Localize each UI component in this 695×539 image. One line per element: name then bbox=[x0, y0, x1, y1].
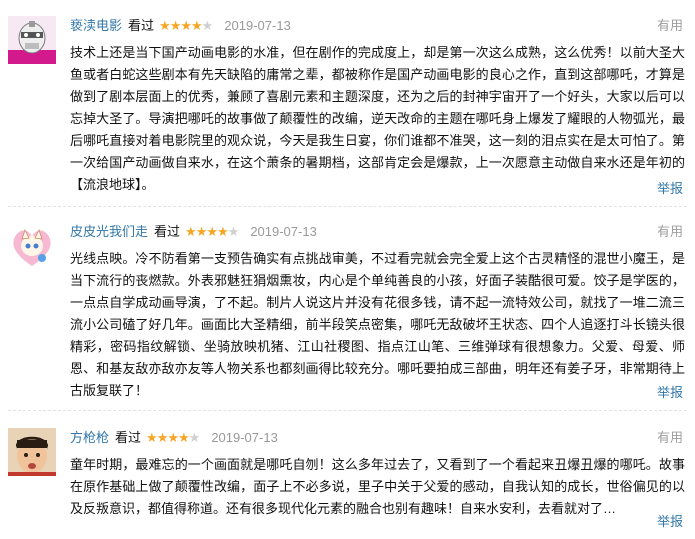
star-filled-icon: ★ bbox=[191, 18, 203, 33]
watched-label: 看过 bbox=[154, 224, 181, 239]
star-filled-icon: ★ bbox=[146, 430, 158, 445]
review-date: 2019-07-13 bbox=[224, 18, 291, 33]
review-text: 童年时期，最难忘的一个画面就是哪吒自刎！这么多年过去了，又看到了一个看起来丑爆丑… bbox=[70, 457, 685, 516]
watched-label: 看过 bbox=[128, 18, 155, 33]
star-empty-icon: ★ bbox=[188, 430, 201, 445]
review-meta: 亵渎电影 看过 ★★★★★ 2019-07-13 bbox=[70, 16, 291, 36]
star-filled-icon: ★ bbox=[195, 224, 208, 239]
review-date: 2019-07-13 bbox=[250, 224, 317, 239]
author-link[interactable]: 皮皮光我们走 bbox=[70, 224, 148, 239]
star-filled-icon: ★ bbox=[178, 430, 190, 445]
star-filled-icon: ★ bbox=[180, 18, 192, 33]
useful-button[interactable]: 有用 bbox=[657, 222, 683, 242]
anime-cat-heart-avatar-icon[interactable] bbox=[8, 222, 56, 270]
useful-button[interactable]: 有用 bbox=[657, 428, 683, 448]
report-link[interactable]: 举报 bbox=[657, 383, 683, 403]
review-meta: 皮皮光我们走 看过 ★★★★★ 2019-07-13 bbox=[70, 222, 317, 242]
robot-mask-avatar-icon[interactable] bbox=[8, 16, 56, 64]
divider bbox=[8, 410, 687, 411]
watched-label: 看过 bbox=[115, 430, 142, 445]
star-filled-icon: ★ bbox=[156, 430, 169, 445]
star-filled-icon: ★ bbox=[169, 18, 182, 33]
star-filled-icon: ★ bbox=[167, 430, 179, 445]
star-empty-icon: ★ bbox=[227, 224, 240, 239]
review-date: 2019-07-13 bbox=[211, 430, 278, 445]
report-link[interactable]: 举报 bbox=[657, 179, 683, 199]
review-list: 亵渎电影 看过 ★★★★★ 2019-07-13 有用 技术上还是当下国产动画电影的水… bbox=[0, 0, 695, 539]
child-photo-avatar-icon[interactable] bbox=[8, 428, 56, 476]
star-filled-icon: ★ bbox=[206, 224, 218, 239]
rating-stars: ★★★★★ bbox=[185, 222, 240, 242]
star-filled-icon: ★ bbox=[185, 224, 197, 239]
star-empty-icon: ★ bbox=[201, 18, 214, 33]
author-link[interactable]: 亵渎电影 bbox=[70, 18, 122, 33]
star-filled-icon: ★ bbox=[159, 18, 171, 33]
author-link[interactable]: 方枪枪 bbox=[70, 430, 109, 445]
star-filled-icon: ★ bbox=[217, 224, 229, 239]
review-text: 光线点映。冷不防看第一支预告确实有点挑战审美，不过看完就会完全爱上这个古灵精怪的… bbox=[70, 251, 685, 398]
report-link[interactable]: 举报 bbox=[657, 512, 683, 532]
divider bbox=[8, 206, 687, 207]
review-text: 技术上还是当下国产动画电影的水准，但在剧作的完成度上，却是第一次这么成熟，这么优… bbox=[70, 45, 685, 192]
rating-stars: ★★★★★ bbox=[159, 16, 214, 36]
rating-stars: ★★★★★ bbox=[146, 428, 201, 448]
review-meta: 方枪枪 看过 ★★★★★ 2019-07-13 bbox=[70, 428, 278, 448]
useful-button[interactable]: 有用 bbox=[657, 16, 683, 36]
